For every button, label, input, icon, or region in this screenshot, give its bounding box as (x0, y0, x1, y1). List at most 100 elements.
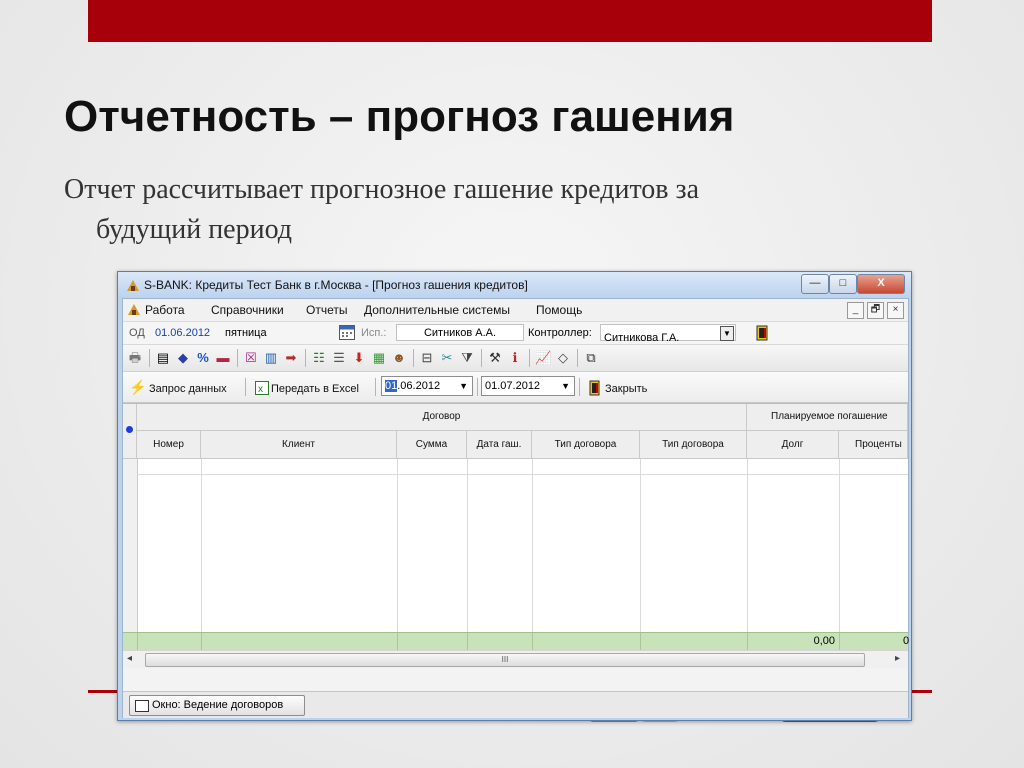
isp-field[interactable]: Ситников А.А. (396, 324, 524, 341)
menu-item-spravochniki[interactable]: Справочники (211, 303, 284, 317)
controller-label: Контроллер: (528, 327, 592, 339)
chevron-down-icon[interactable]: ▼ (459, 377, 468, 396)
calendar-icon[interactable] (339, 325, 355, 340)
date-from-select[interactable]: 01.06.2012 ▼ (381, 376, 473, 396)
toolbar-separator (375, 378, 376, 396)
totals-divider (640, 633, 641, 650)
menu-item-rabota[interactable]: Работа (145, 303, 185, 317)
slide-subtitle-line1: Отчет рассчитывает прогнозное гашение кр… (64, 174, 700, 205)
card-icon[interactable]: ▬ (215, 350, 231, 366)
info-icon[interactable]: ℹ (507, 350, 523, 366)
lightning-icon: ⚡ (129, 379, 147, 395)
window-split-icon[interactable]: ⊟ (419, 350, 435, 366)
column-header-client[interactable]: Клиент (201, 431, 397, 459)
column-header-type1[interactable]: Тип договора (532, 431, 640, 459)
export-excel-button[interactable]: x Передать в Excel (251, 374, 371, 400)
column-divider (839, 459, 840, 636)
tag-icon[interactable]: ◆ (175, 350, 191, 366)
info-bar: ОД 01.06.2012 пятница Исп.: Ситников А.А… (123, 322, 908, 345)
chevron-down-icon[interactable]: ▼ (720, 326, 734, 341)
totals-divider (467, 633, 468, 650)
percent-icon[interactable]: % (195, 350, 211, 366)
column-divider (467, 459, 468, 636)
top-accent-bar (88, 0, 932, 42)
od-date: 01.06.2012 (155, 327, 211, 339)
taskbar-window-button[interactable]: Окно: Ведение договоров (129, 695, 305, 716)
tools-icon[interactable]: ⚒ (487, 350, 503, 366)
scrollbar-thumb[interactable]: III (145, 653, 865, 667)
palette-icon[interactable]: ▦ (371, 350, 387, 366)
arrow-down-icon[interactable]: ⬇ (351, 350, 367, 366)
mdi-close-button[interactable]: × (887, 302, 904, 319)
date-to-value: 01.07.2012 (485, 380, 541, 392)
menu-item-pomosch[interactable]: Помощь (536, 303, 582, 317)
od-label: ОД (129, 327, 145, 339)
row-indicator-header (123, 404, 137, 459)
exit-door-icon (589, 380, 600, 396)
column-header-nomer[interactable]: Номер (137, 431, 201, 459)
window-titlebar[interactable]: S-BANK: Кредиты Тест Банк в г.Москва - [… (118, 272, 911, 298)
bar-chart-icon[interactable]: ▥ (263, 350, 279, 366)
scroll-right-icon[interactable]: ▸ (895, 653, 900, 664)
export-icon[interactable]: ➡ (283, 350, 299, 366)
chevron-down-icon[interactable]: ▼ (561, 377, 570, 396)
mdi-minimize-button[interactable]: _ (847, 302, 864, 319)
column-divider (532, 459, 533, 636)
column-divider (201, 459, 202, 636)
request-data-label: Запрос данных (149, 383, 227, 395)
date-to-select[interactable]: 01.07.2012 ▼ (481, 376, 575, 396)
column-header-dolg[interactable]: Долг (747, 431, 839, 459)
toolbar-separator (245, 378, 246, 396)
weekday-label: пятница (225, 327, 267, 339)
toolbar-separator (413, 349, 414, 367)
tree-icon[interactable]: ☷ (311, 350, 327, 366)
column-divider (640, 459, 641, 636)
list-icon[interactable]: ☰ (331, 350, 347, 366)
totals-divider (201, 633, 202, 650)
eraser-icon[interactable]: ◇ (555, 350, 571, 366)
line-chart-icon[interactable]: 📈 (535, 350, 551, 366)
taskbar-window-label: Окно: Ведение договоров (152, 699, 284, 711)
horizontal-scrollbar[interactable]: ◂ III ▸ (123, 650, 908, 668)
export-excel-label: Передать в Excel (271, 383, 359, 395)
column-header-summa[interactable]: Сумма (397, 431, 467, 459)
close-report-button[interactable]: Закрыть (585, 374, 665, 400)
totals-divider (137, 633, 138, 650)
slide-subtitle: Отчет рассчитывает прогнозное гашение кр… (64, 170, 884, 250)
isp-label: Исп.: (361, 327, 387, 339)
mdi-restore-button[interactable]: 🗗 (867, 302, 884, 319)
app-icon (127, 280, 139, 291)
maximize-button[interactable]: □ (829, 274, 857, 294)
menu-item-otchety[interactable]: Отчеты (306, 303, 347, 317)
minimize-button[interactable]: — (801, 274, 829, 294)
date-from-rest: .06.2012 (397, 380, 441, 392)
row-marker-icon (126, 426, 133, 433)
print-icon[interactable]: 🖶 (127, 350, 143, 366)
delete-icon[interactable]: ☒ (243, 350, 259, 366)
scroll-left-icon[interactable]: ◂ (127, 653, 132, 664)
column-header-type2[interactable]: Тип договора (640, 431, 747, 459)
report-toolbar: ⚡ Запрос данных x Передать в Excel 01.06… (123, 372, 908, 403)
menu-item-dop-sistemy[interactable]: Дополнительные системы (364, 303, 510, 317)
excel-icon: x (255, 381, 269, 395)
group-header-planned: Планируемое погашение (747, 404, 908, 431)
user-icon[interactable]: ☻ (391, 350, 407, 366)
column-header-date[interactable]: Дата гаш. (467, 431, 532, 459)
close-button[interactable]: X (857, 274, 905, 294)
date-from-selected-part: 01 (385, 380, 398, 392)
column-divider (747, 459, 748, 636)
slide-subtitle-line2: будущий период (96, 214, 293, 245)
request-data-button[interactable]: ⚡ Запрос данных (127, 374, 239, 400)
controller-select[interactable]: Ситникова Г.А. ▼ (600, 324, 736, 344)
row-indicator-column (123, 459, 138, 632)
filter-icon[interactable]: ⧩ (459, 350, 475, 366)
column-header-procenty[interactable]: Проценты (839, 431, 908, 459)
exit-door-icon[interactable] (756, 325, 770, 341)
main-toolbar: 🖶 ▤ ◆ % ▬ ☒ ▥ ➡ ☷ ☰ ⬇ ▦ ☻ ⊟ ✂ ⧩ ⚒ ℹ 📈 ◇ (123, 345, 908, 372)
windows-icon[interactable]: ⧉ (583, 350, 599, 366)
document-icon[interactable]: ▤ (155, 350, 171, 366)
menu-bar: Работа Справочники Отчеты Дополнительные… (123, 299, 908, 322)
toolbar-separator (237, 349, 238, 367)
column-divider (397, 459, 398, 636)
scissors-icon[interactable]: ✂ (439, 350, 455, 366)
